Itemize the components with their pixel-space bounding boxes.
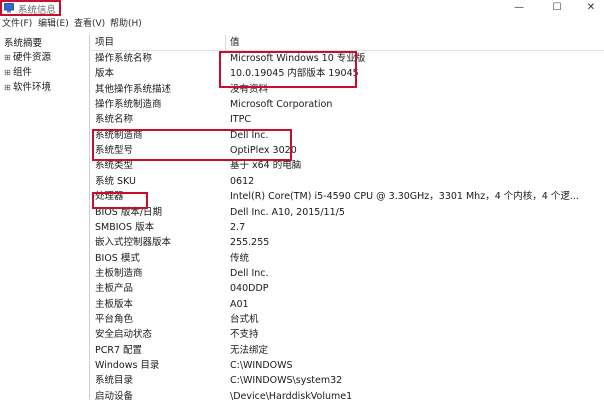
- menu-view[interactable]: 查看(V): [74, 17, 105, 31]
- table-row[interactable]: 启动设备 \Device\HarddiskVolume1: [91, 389, 604, 404]
- table-row[interactable]: BIOS 版本/日期 Dell Inc. A10, 2015/11/5: [91, 205, 604, 220]
- row-item-cell: 系统类型: [95, 160, 134, 172]
- table-row[interactable]: 系统目录 C:\WINDOWS\system32: [91, 373, 604, 388]
- row-item-cell: 系统 SKU: [95, 175, 136, 187]
- category-tree: 系统摘要 ⊞ 硬件资源 ⊞ 组件 ⊞ 软件环境: [0, 35, 90, 400]
- column-divider[interactable]: [225, 35, 226, 50]
- row-item-cell: 启动设备: [95, 390, 134, 402]
- column-header-value[interactable]: 值: [230, 36, 240, 49]
- row-value-cell: 2.7: [230, 221, 246, 233]
- tree-item-software-environment[interactable]: ⊞ 软件环境: [4, 81, 51, 95]
- table-row[interactable]: 操作系统制造商 Microsoft Corporation: [91, 97, 604, 112]
- tree-item-hardware-resources[interactable]: ⊞ 硬件资源: [4, 51, 51, 65]
- row-item-cell: Windows 目录: [95, 360, 160, 371]
- row-item-cell: 主板产品: [95, 283, 134, 295]
- table-row[interactable]: BIOS 模式 传统: [91, 251, 604, 266]
- menu-help[interactable]: 帮助(H): [110, 17, 142, 31]
- row-item-cell: 其他操作系统描述: [95, 83, 172, 95]
- table-row[interactable]: 主板产品 040DDP: [91, 281, 604, 296]
- row-value-cell: 040DDP: [230, 283, 269, 295]
- tree-item-label: 软件环境: [13, 82, 52, 93]
- details-table: 项目 值 操作系统名称 Microsoft Windows 10 专业版 版本 10.…: [91, 35, 604, 402]
- row-value-cell: C:\WINDOWS: [230, 360, 293, 371]
- row-item-cell: 主板版本: [95, 298, 134, 310]
- row-value-cell: Dell Inc. A10, 2015/11/5: [230, 206, 345, 218]
- row-item-cell: 嵌入式控制器版本: [95, 237, 172, 249]
- tree-item-label: 组件: [13, 67, 33, 78]
- highlight-box-processor: [92, 192, 148, 209]
- expand-icon[interactable]: ⊞: [4, 81, 13, 95]
- highlight-box-os-info: [219, 51, 357, 88]
- row-item-cell: 主板制造商: [95, 267, 143, 279]
- maximize-button[interactable]: ☐: [540, 0, 574, 17]
- row-item-cell: 安全启动状态: [95, 329, 153, 341]
- table-row[interactable]: 系统名称 ITPC: [91, 112, 604, 127]
- menu-bar: 文件(F) 编辑(E) 查看(V) 帮助(H): [0, 17, 604, 31]
- table-header: 项目 值: [91, 35, 604, 51]
- row-value-cell: 台式机: [230, 313, 259, 325]
- row-item-cell: 操作系统制造商: [95, 99, 162, 111]
- row-value-cell: 255.255: [230, 237, 270, 249]
- tree-item-components[interactable]: ⊞ 组件: [4, 66, 32, 80]
- title-bar: 系统信息 — ☐ ✕: [0, 0, 604, 17]
- row-item-cell: 操作系统名称: [95, 53, 153, 64]
- table-row[interactable]: 处理器 Intel(R) Core(TM) i5-4590 CPU @ 3.30G…: [91, 189, 604, 204]
- table-row[interactable]: PCR7 配置 无法绑定: [91, 343, 604, 358]
- table-row[interactable]: Windows 目录 C:\WINDOWS: [91, 358, 604, 373]
- row-value-cell: Intel(R) Core(TM) i5-4590 CPU @ 3.30GHz，…: [230, 191, 579, 203]
- row-value-cell: 不支持: [230, 329, 259, 341]
- row-item-cell: SMBIOS 版本: [95, 221, 155, 233]
- close-button[interactable]: ✕: [574, 0, 604, 17]
- row-value-cell: 0612: [230, 175, 255, 187]
- expand-icon[interactable]: ⊞: [4, 66, 13, 80]
- highlight-box-title: [0, 0, 61, 16]
- table-row[interactable]: 安全启动状态 不支持: [91, 327, 604, 342]
- table-row[interactable]: 主板版本 A01: [91, 297, 604, 312]
- column-header-item[interactable]: 项目: [95, 36, 114, 49]
- tree-item-system-summary[interactable]: 系统摘要: [4, 37, 42, 51]
- row-value-cell: C:\WINDOWS\system32: [230, 375, 343, 387]
- row-item-cell: 平台角色: [95, 313, 134, 325]
- row-value-cell: 无法绑定: [230, 344, 269, 356]
- table-row[interactable]: SMBIOS 版本 2.7: [91, 220, 604, 235]
- expand-icon[interactable]: ⊞: [4, 51, 13, 65]
- row-value-cell: Dell Inc.: [230, 267, 269, 279]
- table-row[interactable]: 主板制造商 Dell Inc.: [91, 266, 604, 281]
- row-value-cell: Microsoft Corporation: [230, 99, 333, 111]
- row-item-cell: 系统名称: [95, 114, 134, 126]
- menu-file[interactable]: 文件(F): [2, 17, 32, 31]
- menu-edit[interactable]: 编辑(E): [38, 17, 69, 31]
- row-value-cell: A01: [230, 298, 249, 310]
- row-value-cell: 传统: [230, 252, 250, 264]
- row-value-cell: ITPC: [230, 114, 251, 126]
- row-value-cell: \Device\HarddiskVolume1: [230, 390, 353, 402]
- table-row[interactable]: 平台角色 台式机: [91, 312, 604, 327]
- row-item-cell: 系统目录: [95, 375, 134, 387]
- row-item-cell: PCR7 配置: [95, 344, 143, 356]
- row-item-cell: BIOS 模式: [95, 252, 140, 264]
- row-item-cell: 版本: [95, 68, 115, 80]
- minimize-button[interactable]: —: [502, 0, 536, 17]
- highlight-box-manufacturer-model: [92, 129, 292, 161]
- table-row[interactable]: 系统 SKU 0612: [91, 174, 604, 189]
- table-row[interactable]: 嵌入式控制器版本 255.255: [91, 235, 604, 250]
- row-value-cell: 基于 x64 的电脑: [230, 160, 302, 172]
- tree-item-label: 硬件资源: [13, 52, 52, 63]
